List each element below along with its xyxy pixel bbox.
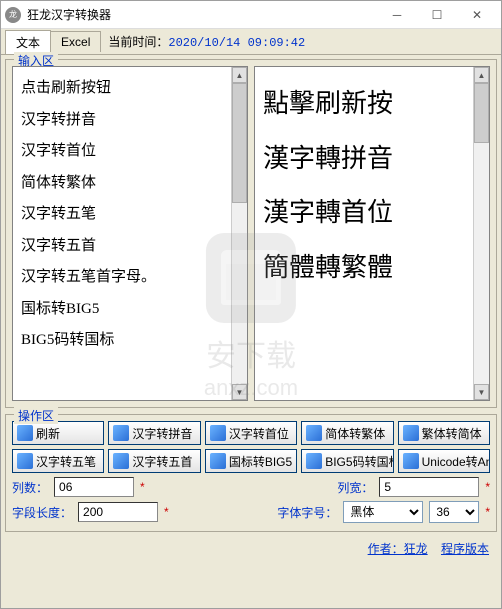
input-line[interactable]: 汉字转五笔 [21,199,239,231]
output-scrollbar[interactable]: ▲ ▼ [473,67,489,400]
footer: 作者：狂龙 程序版本 [5,538,497,559]
scroll-up-icon[interactable]: ▲ [232,67,247,83]
time-value: 2020/10/14 09:09:42 [168,36,305,50]
ops-group: 操作区 刷新汉字转拼音汉字转首位简体转繁体繁体转简体 汉字转五笔汉字转五首国标转… [5,414,497,532]
font-name-select[interactable]: 黑体 [343,501,423,523]
required-icon: * [140,480,145,494]
wushou-button[interactable]: 汉字转五首 [108,449,200,473]
pinyin-button[interactable]: 汉字转拼音 [108,421,200,445]
flen-label: 字段长度： [12,504,72,521]
button-label: Unicode转Anisc [422,453,490,470]
scroll-thumb[interactable] [474,83,489,143]
button-label: BIG5码转国标 [325,453,393,470]
shouwei-icon [210,425,226,441]
ops-label: 操作区 [14,407,58,424]
gb2big5-button[interactable]: 国标转BIG5 [205,449,297,473]
input-line[interactable]: 汉字转五笔首字母。 [21,262,239,294]
maximize-button[interactable]: ☐ [417,1,457,29]
input-line[interactable]: 汉字转首位 [21,136,239,168]
output-line[interactable]: 點擊刷新按 [263,77,481,132]
button-label: 汉字转五首 [132,453,192,470]
input-line[interactable]: 国标转BIG5 [21,294,239,326]
input-panel[interactable]: 点击刷新按钮汉字转拼音汉字转首位简体转繁体汉字转五笔汉字转五首汉字转五笔首字母。… [12,66,248,401]
pinyin-icon [113,425,129,441]
s2t-button[interactable]: 简体转繁体 [301,421,393,445]
input-line[interactable]: 简体转繁体 [21,168,239,200]
font-size-select[interactable]: 36 [429,501,479,523]
output-line[interactable]: 漢字轉首位 [263,186,481,241]
input-line[interactable]: 汉字转拼音 [21,105,239,137]
t2s-button[interactable]: 繁体转简体 [398,421,490,445]
input-scrollbar[interactable]: ▲ ▼ [231,67,247,400]
colw-label: 列宽： [337,479,373,496]
input-area-group: 输入区 点击刷新按钮汉字转拼音汉字转首位简体转繁体汉字转五笔汉字转五首汉字转五笔… [5,59,497,408]
input-line[interactable]: BIG5码转国标 [21,325,239,357]
input-line[interactable]: 汉字转五首 [21,231,239,263]
button-label: 繁体转简体 [422,425,482,442]
button-label: 汉字转首位 [229,425,289,442]
scroll-thumb[interactable] [232,83,247,203]
required-icon: * [485,480,490,494]
flen-input[interactable] [78,502,158,522]
uni2ansi-button[interactable]: Unicode转Anisc [398,449,490,473]
window-title: 狂龙汉字转换器 [27,6,377,23]
output-line[interactable]: 簡體轉繁體 [263,241,481,296]
gb2big5-icon [210,453,226,469]
input-line[interactable]: 点击刷新按钮 [21,73,239,105]
big52gb-button[interactable]: BIG5码转国标 [301,449,393,473]
tab-excel[interactable]: Excel [50,31,101,52]
tab-text[interactable]: 文本 [5,30,51,54]
scroll-up-icon[interactable]: ▲ [474,67,489,83]
big52gb-icon [306,453,322,469]
scroll-down-icon[interactable]: ▼ [232,384,247,400]
tab-bar: 文本 Excel 当前时间：2020/10/14 09:09:42 [1,29,501,55]
version-link[interactable]: 程序版本 [441,542,489,556]
wubi-icon [17,453,33,469]
font-label: 字体字号： [277,504,337,521]
minimize-button[interactable]: ─ [377,1,417,29]
output-panel[interactable]: 點擊刷新按漢字轉拼音漢字轉首位簡體轉繁體 ▲ ▼ [254,66,490,401]
close-button[interactable]: ✕ [457,1,497,29]
button-label: 刷新 [36,425,60,442]
author-link[interactable]: 作者：狂龙 [368,542,428,556]
output-line[interactable]: 漢字轉拼音 [263,132,481,187]
cols-input[interactable] [54,477,134,497]
uni2ansi-icon [403,453,419,469]
required-icon: * [164,505,169,519]
refresh-button[interactable]: 刷新 [12,421,104,445]
colw-input[interactable] [379,477,479,497]
s2t-icon [306,425,322,441]
titlebar: 龙 狂龙汉字转换器 ─ ☐ ✕ [1,1,501,29]
t2s-icon [403,425,419,441]
app-icon: 龙 [5,7,21,23]
wubi-button[interactable]: 汉字转五笔 [12,449,104,473]
time-label: 当前时间： [108,35,168,49]
button-label: 国标转BIG5 [229,453,292,470]
wushou-icon [113,453,129,469]
shouwei-button[interactable]: 汉字转首位 [205,421,297,445]
button-label: 汉字转五笔 [36,453,96,470]
refresh-icon [17,425,33,441]
button-label: 简体转繁体 [325,425,385,442]
cols-label: 列数： [12,479,48,496]
button-label: 汉字转拼音 [132,425,192,442]
scroll-down-icon[interactable]: ▼ [474,384,489,400]
required-icon: * [485,505,490,519]
